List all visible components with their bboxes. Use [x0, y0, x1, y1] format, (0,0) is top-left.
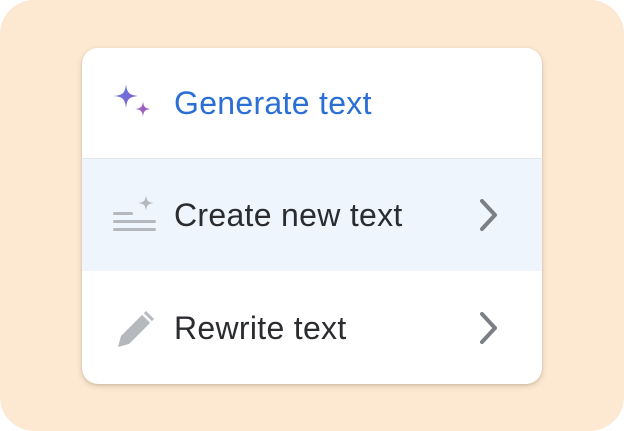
menu-item-label: Create new text — [174, 197, 403, 233]
menu-header: Generate text — [82, 48, 542, 159]
text-lines-sparkle-icon — [110, 190, 160, 240]
chevron-right-icon — [474, 308, 502, 348]
background-frame: Generate text Create new text Rewrite te… — [0, 0, 624, 431]
chevron-right-icon — [474, 195, 502, 235]
sparkle-icon — [110, 78, 160, 128]
generate-text-menu: Generate text Create new text Rewrite te… — [82, 48, 542, 384]
pencil-icon — [110, 303, 160, 353]
menu-item-label: Rewrite text — [174, 309, 347, 346]
menu-item-rewrite-text[interactable]: Rewrite text — [82, 271, 542, 384]
menu-item-create-new-text[interactable]: Create new text — [82, 159, 542, 271]
menu-title: Generate text — [174, 85, 372, 121]
